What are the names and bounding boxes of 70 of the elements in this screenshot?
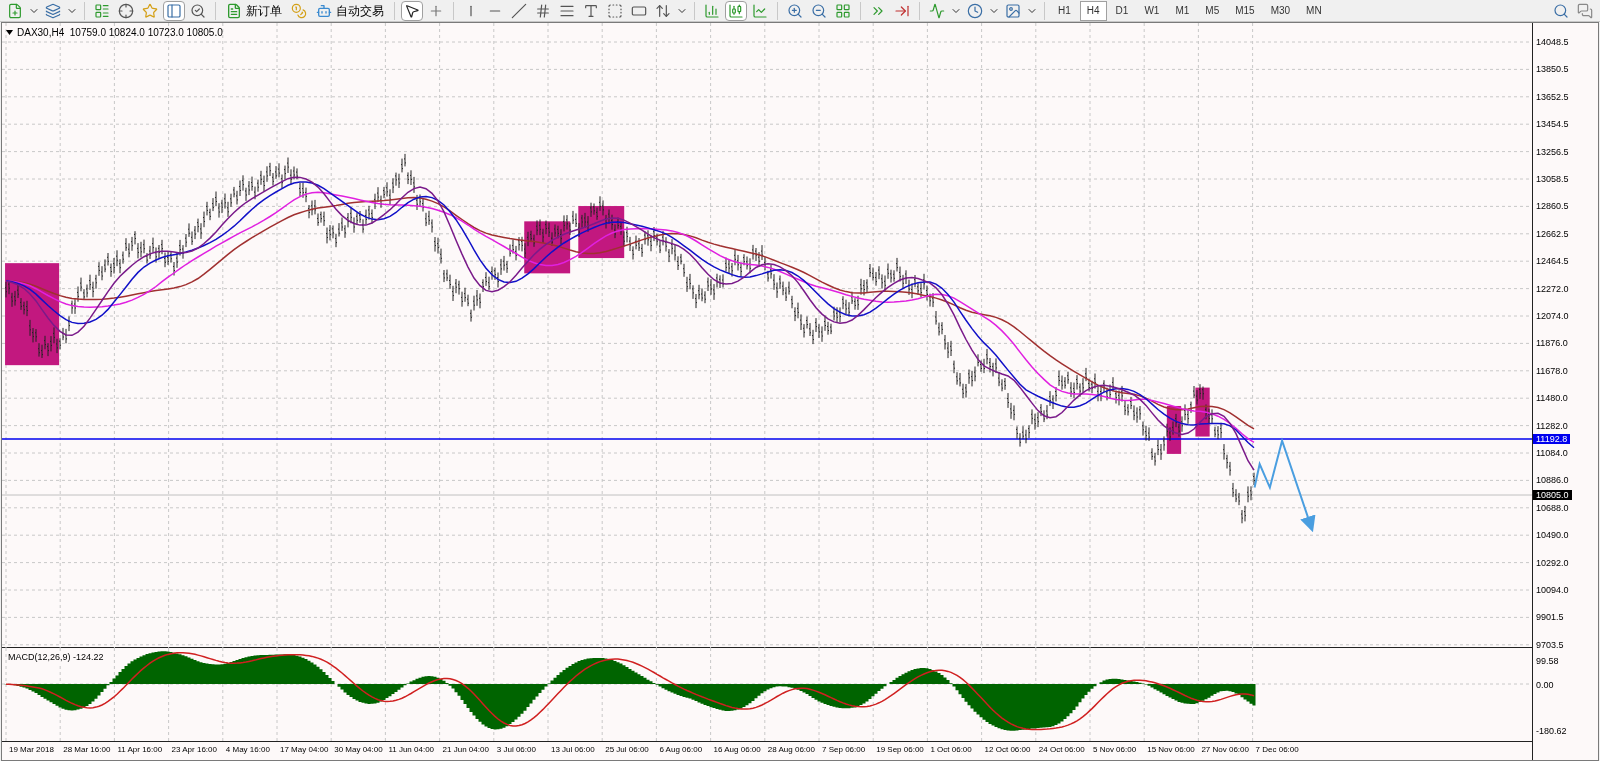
timeframe-button[interactable]: D1 (1108, 0, 1136, 21)
time-label: 11 Apr 16:00 (116, 745, 163, 755)
time-label: 16 Aug 06:00 (712, 745, 761, 755)
price-label: 12272.0 (1536, 283, 1569, 294)
price-label: 13058.5 (1536, 174, 1569, 184)
price-label: 11480.0 (1536, 393, 1568, 404)
price-label: 13454.5 (1536, 119, 1569, 130)
macd-axis-label: 99.58 (1536, 656, 1559, 666)
time-label: 7 Sep 06:00 (821, 745, 866, 755)
price-label: 12464.5 (1536, 256, 1569, 267)
candlestick-icon[interactable] (725, 0, 747, 21)
timeframe-button[interactable]: H1 (1051, 0, 1078, 21)
price-label: 13256.5 (1536, 146, 1569, 157)
time-label: 19 Sep 06:00 (875, 745, 924, 755)
price-label: 10292.0 (1536, 557, 1569, 568)
price-label: 11282.0 (1536, 420, 1568, 431)
price-label: 13652.5 (1536, 91, 1569, 102)
time-label: 23 Apr 16:00 (170, 745, 217, 755)
price-label: 12662.5 (1536, 228, 1569, 239)
macd-axis-label: -180.62 (1536, 726, 1567, 736)
time-label: 15 Nov 06:00 (1146, 745, 1195, 755)
timeframe-button[interactable]: W1 (1137, 0, 1167, 21)
time-label: 19 Mar 2018 (8, 745, 54, 755)
price-label: 9901.5 (1536, 612, 1564, 623)
price-label: 12074.0 (1536, 311, 1569, 321)
macd-axis-label: 0.00 (1536, 680, 1554, 690)
price-marker: 11192.8 (1533, 434, 1571, 444)
time-label: 13 Jul 06:00 (550, 745, 595, 755)
time-label: 7 Dec 06:00 (1254, 745, 1299, 755)
time-label: 1 Oct 06:00 (929, 745, 972, 755)
price-label: 10688.0 (1536, 502, 1569, 513)
price-label: 11876.0 (1536, 338, 1568, 349)
time-label: 24 Oct 06:00 (1037, 745, 1085, 755)
timeframe-button[interactable]: H4 (1079, 0, 1107, 21)
timeframe-button[interactable]: M15 (1228, 0, 1262, 21)
time-label: 28 Mar 16:00 (62, 745, 111, 755)
time-label: 11 Jun 04:00 (387, 745, 435, 755)
timeframe-button[interactable]: MN (1299, 0, 1329, 21)
new-order-button[interactable]: 新订单 (222, 0, 286, 21)
robot-icon (316, 2, 332, 19)
symbol-quote: DAX30,H4 10759.0 10824.0 10723.0 10805.0 (17, 26, 223, 40)
price-label: 10094.0 (1536, 585, 1569, 595)
macd-label: MACD(12,26,9) -124.22 (8, 651, 104, 665)
time-label: 21 Jun 04:00 (441, 745, 489, 755)
time-label: 17 May 04:00 (279, 745, 329, 755)
price-label: 13850.5 (1536, 64, 1569, 75)
time-label: 4 May 16:00 (224, 745, 270, 755)
timeframe-button[interactable]: M1 (1168, 0, 1197, 21)
timeframe-button[interactable]: M30 (1263, 0, 1298, 21)
time-label: 28 Aug 06:00 (766, 745, 815, 755)
price-label: 10490.0 (1536, 530, 1569, 541)
timeframe-button[interactable]: M5 (1198, 0, 1227, 21)
price-label: 11678.0 (1536, 365, 1568, 376)
auto-trading-button[interactable]: 自动交易 (312, 0, 388, 21)
time-label: 30 May 04:00 (333, 745, 383, 755)
price-label: 12860.5 (1536, 201, 1569, 212)
price-label: 14048.5 (1536, 37, 1569, 47)
price-label: 10886.0 (1536, 475, 1569, 486)
time-label: 27 Nov 06:00 (1200, 745, 1249, 755)
triangle-icon (6, 30, 13, 35)
cursor-icon[interactable] (401, 0, 423, 21)
price-label: 11084.0 (1536, 448, 1568, 458)
time-label: 5 Nov 06:00 (1092, 745, 1137, 755)
price-label: 9703.5 (1536, 639, 1564, 650)
time-label: 12 Oct 06:00 (983, 745, 1031, 755)
panel-icon[interactable] (163, 0, 185, 21)
time-label: 25 Jul 06:00 (604, 745, 649, 755)
price-marker: 10805.0 (1533, 490, 1572, 500)
time-label: 3 Jul 06:00 (495, 745, 536, 755)
time-label: 6 Aug 06:00 (658, 745, 703, 755)
